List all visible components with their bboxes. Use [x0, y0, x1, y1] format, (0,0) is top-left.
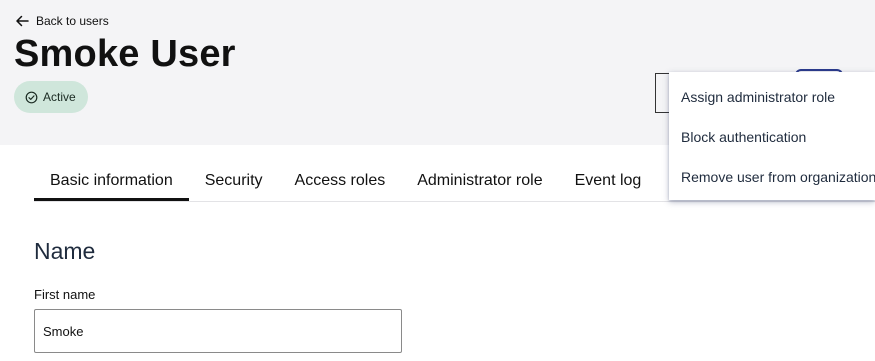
first-name-label: First name — [34, 287, 96, 302]
first-name-field[interactable] — [34, 309, 402, 353]
check-circle-icon — [25, 91, 38, 104]
menu-item-assign-admin-role[interactable]: Assign administrator role — [681, 89, 835, 105]
tab-administrator-role[interactable]: Administrator role — [401, 160, 558, 201]
page-title: Smoke User — [14, 33, 236, 75]
tab-access-roles[interactable]: Access roles — [279, 160, 402, 201]
status-label: Active — [43, 90, 76, 104]
tabs-divider — [34, 201, 875, 202]
actions-dropdown-menu: Assign administrator role Block authenti… — [669, 72, 875, 200]
section-title-name: Name — [34, 238, 96, 264]
arrow-left-icon — [15, 14, 29, 28]
tab-security[interactable]: Security — [189, 160, 279, 201]
back-link-label: Back to users — [36, 14, 109, 28]
tab-basic-information[interactable]: Basic information — [34, 160, 189, 201]
menu-item-remove-user[interactable]: Remove user from organization — [681, 169, 875, 185]
tab-event-log[interactable]: Event log — [559, 160, 658, 201]
status-badge: Active — [14, 81, 88, 113]
back-to-users-link[interactable]: Back to users — [15, 14, 109, 28]
tab-bar: Basic information Security Access roles … — [34, 160, 657, 202]
menu-item-block-authentication[interactable]: Block authentication — [681, 129, 806, 145]
